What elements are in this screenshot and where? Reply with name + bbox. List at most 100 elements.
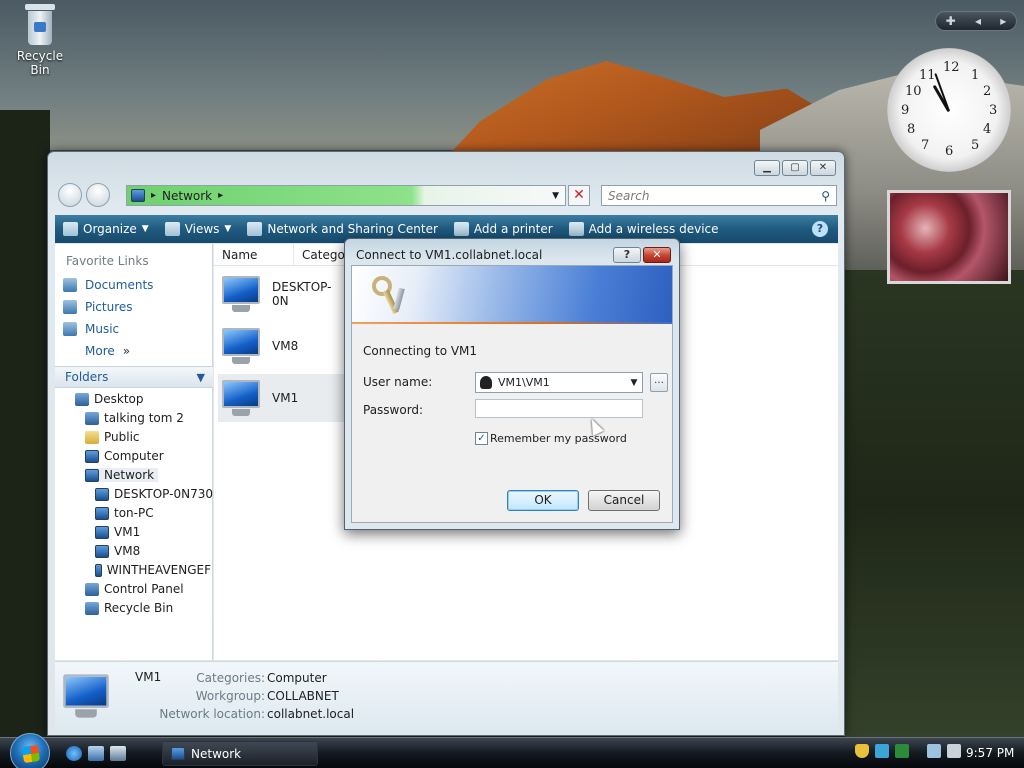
favorite-label: More [85,344,115,358]
browse-users-button[interactable]: … [650,373,668,392]
network-status-icon[interactable] [927,744,941,758]
desktop-icon [75,392,89,406]
tree-item-control-panel[interactable]: Control Panel [85,582,184,596]
organize-button[interactable]: Organize ▼ [55,215,157,243]
folders-header[interactable]: Folders ▼ [55,366,213,388]
chevron-down-icon: ▼ [224,224,232,234]
close-button[interactable]: ✕ [810,160,836,176]
computer-icon [218,326,264,366]
dialog-body: Connecting to VM1 User name: VM1\VM1 ▼ …… [351,265,673,523]
favorite-label: Music [85,322,120,336]
details-workgroup-label: Workgroup: [195,689,265,703]
chevron-down-icon: ▼ [196,370,205,384]
security-shield-icon[interactable] [855,744,869,758]
minimize-button[interactable]: ▁ [754,160,780,176]
clock-number: 10 [905,84,922,99]
help-icon[interactable]: ? [812,221,828,237]
favorite-more[interactable]: More » [85,344,130,358]
network-item-vm8[interactable]: VM8 [218,322,348,370]
computer-icon [218,274,264,314]
chevron-down-icon[interactable]: ▼ [626,378,642,388]
clock-number: 6 [945,144,954,159]
volume-muted-icon[interactable] [947,744,961,758]
tree-item-vm8[interactable]: VM8 [95,544,140,558]
password-label: Password: [363,403,424,417]
network-item-vm1[interactable]: VM1 [218,374,348,422]
tree-item-talking-tom[interactable]: talking tom 2 [85,411,184,425]
address-bar[interactable]: ▸ Network ▸ ▼ [126,185,566,206]
tree-item-vm1[interactable]: VM1 [95,525,140,539]
network-item-desktop[interactable]: DESKTOP-0N [218,270,348,318]
keys-icon [370,274,412,316]
recycle-bin-icon [23,4,57,46]
user-icon [480,376,492,389]
connecting-text: Connecting to VM1 [363,344,478,358]
favorite-pictures[interactable]: Pictures [63,300,133,314]
desktop-recycle-bin[interactable]: Recycle Bin [6,4,74,77]
taskbar-clock[interactable]: 9:57 PM [966,746,1014,760]
slideshow-gadget[interactable] [887,190,1011,284]
computer-icon [95,506,109,520]
favorite-music[interactable]: Music [63,322,119,336]
network-icon [131,189,145,202]
tree-item-computer[interactable]: Computer [85,449,164,463]
wireless-device-icon [568,222,584,236]
maximize-button[interactable]: ▢ [782,160,808,176]
remember-password-checkbox[interactable]: ✓ [475,432,488,445]
taskbar-network-window[interactable]: Network [162,741,318,766]
dialog-help-button[interactable]: ? [613,247,641,263]
clock-gadget[interactable]: 12 1 2 3 4 5 6 7 8 9 10 11 [887,48,1011,172]
tree-item-ton-pc[interactable]: ton-PC [95,506,154,520]
favorite-documents[interactable]: Documents [63,278,153,292]
search-icon[interactable]: ⚲ [821,189,830,203]
breadcrumb-arrow-icon: ▸ [218,190,224,201]
navigation-pane: Favorite Links Documents Pictures Music … [55,244,222,660]
column-name[interactable]: Name [214,244,294,265]
start-button[interactable] [10,733,50,768]
update-icon[interactable] [895,744,909,758]
details-workgroup-value: COLLABNET [267,689,339,703]
address-dropdown-icon[interactable]: ▼ [552,191,559,201]
tree-label: Recycle Bin [104,601,174,615]
clock-number: 3 [989,103,998,118]
cancel-button[interactable]: Cancel [588,490,660,511]
tree-item-desktop[interactable]: Desktop [75,392,144,406]
details-location-label: Network location: [159,707,265,721]
tree-item-network[interactable]: Network [85,468,159,482]
double-chevron-icon: » [122,344,131,358]
show-desktop-icon[interactable] [88,746,104,761]
tree-label: DESKTOP-0N730U [114,487,222,501]
switch-windows-icon[interactable] [110,746,126,761]
next-gadget-icon[interactable]: ▸ [1000,14,1006,28]
tree-item-wintheavengef[interactable]: WINTHEAVENGEF [95,563,211,577]
computer-icon [95,544,109,558]
search-input[interactable]: Search ⚲ [601,185,837,206]
tree-item-public[interactable]: Public [85,430,140,444]
tree-item-desktop-0n730u[interactable]: DESKTOP-0N730U [95,487,222,501]
views-button[interactable]: Views ▼ [157,215,240,243]
chevron-down-icon: ▼ [141,224,149,234]
printer-icon [453,222,469,236]
tree-label: Desktop [94,392,144,406]
stop-refresh-button[interactable]: ✕ [568,185,590,206]
documents-icon [63,278,77,292]
dialog-title: Connect to VM1.collabnet.local [356,248,543,262]
dialog-close-button[interactable]: ✕ [643,247,671,263]
back-button[interactable] [58,183,82,207]
prev-gadget-icon[interactable]: ◂ [975,14,981,28]
username-label: User name: [363,375,433,389]
ok-button[interactable]: OK [507,490,579,511]
username-combobox[interactable]: VM1\VM1 ▼ [475,372,643,393]
sidebar-gadget-controls[interactable]: ✚ ◂ ▸ [935,11,1017,31]
clock-number: 1 [971,68,980,83]
add-wireless-label: Add a wireless device [588,222,719,236]
tree-item-recycle-bin[interactable]: Recycle Bin [85,601,173,615]
add-printer-label: Add a printer [473,222,553,236]
internet-explorer-icon[interactable] [66,746,82,761]
organize-label: Organize [83,222,137,236]
add-gadget-icon[interactable]: ✚ [946,14,956,28]
accessibility-icon[interactable] [875,744,889,758]
forward-button[interactable] [86,183,110,207]
password-input[interactable] [475,399,643,418]
address-crumb[interactable]: Network [162,189,212,203]
